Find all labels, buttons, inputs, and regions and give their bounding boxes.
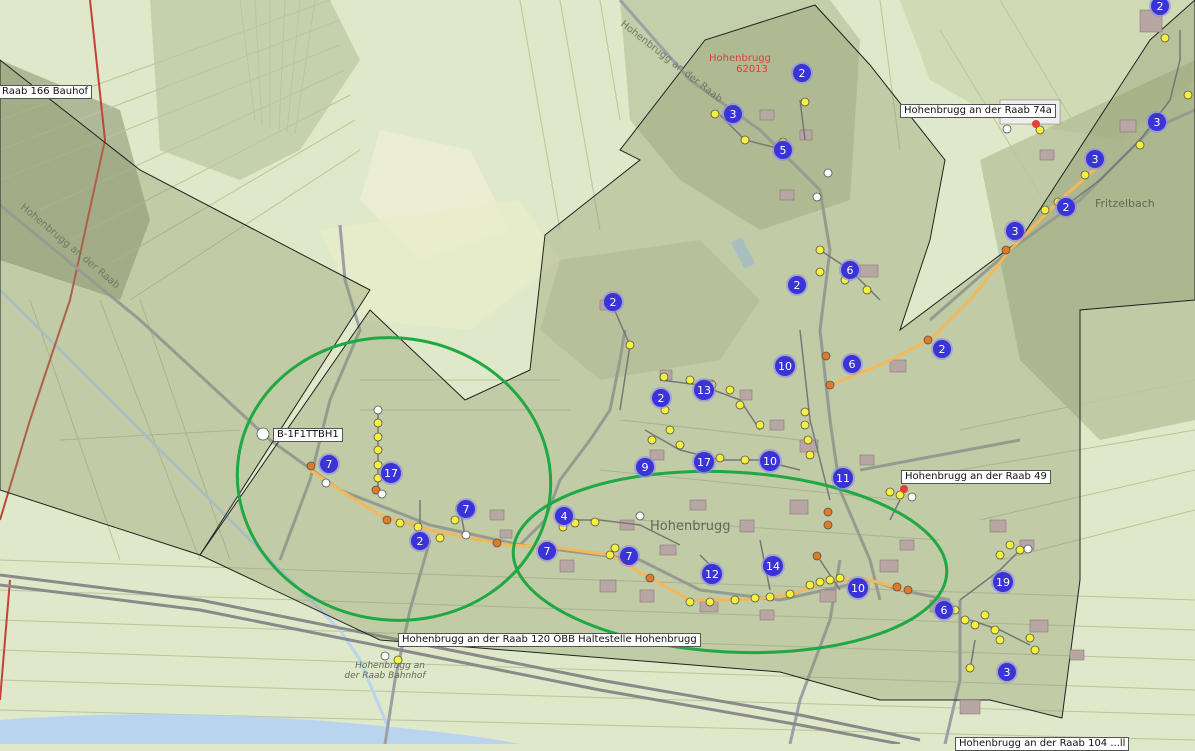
- cluster-badge[interactable]: 6: [839, 259, 861, 281]
- cluster-badge[interactable]: 13: [692, 378, 716, 402]
- cluster-badge[interactable]: 2: [931, 338, 953, 360]
- cluster-badge[interactable]: 10: [846, 576, 870, 600]
- cluster-badge[interactable]: 9: [634, 456, 656, 478]
- cluster-count: 3: [1154, 116, 1161, 129]
- pin-marker[interactable]: [1032, 120, 1040, 128]
- cluster-badge[interactable]: 12: [700, 562, 724, 586]
- cluster-count: 7: [463, 503, 470, 516]
- place-hohenbrugg: Hohenbrugg: [709, 53, 771, 64]
- cluster-count: 2: [610, 296, 617, 309]
- cluster-badge[interactable]: 2: [409, 530, 431, 552]
- label-raab-104[interactable]: Hohenbrugg an der Raab 104 ...ll: [955, 737, 1130, 751]
- cluster-count: 6: [941, 604, 948, 617]
- cluster-count: 6: [847, 264, 854, 277]
- cluster-badge[interactable]: 3: [722, 103, 744, 125]
- label-raab-49[interactable]: Hohenbrugg an der Raab 49: [901, 470, 1051, 484]
- cluster-badge[interactable]: 10: [758, 449, 782, 473]
- cluster-count: 2: [417, 535, 424, 548]
- cluster-count: 10: [778, 360, 792, 373]
- place-code: 62013: [736, 64, 768, 75]
- cluster-count: 7: [326, 458, 333, 471]
- cluster-count: 2: [799, 67, 806, 80]
- cluster-count: 10: [851, 582, 865, 595]
- cluster-badge[interactable]: 2: [786, 274, 808, 296]
- cluster-badge[interactable]: 17: [692, 450, 716, 474]
- cluster-badge[interactable]: 14: [761, 554, 785, 578]
- place-bahnhof-2: der Raab Bahnhof: [344, 671, 427, 681]
- cluster-count: 4: [561, 510, 568, 523]
- cluster-badge[interactable]: 6: [841, 353, 863, 375]
- cluster-count: 2: [1157, 0, 1164, 13]
- cluster-badge[interactable]: 10: [773, 354, 797, 378]
- cluster-badge[interactable]: 7: [318, 453, 340, 475]
- cluster-badge[interactable]: 5: [772, 139, 794, 161]
- cluster-count: 2: [794, 279, 801, 292]
- cluster-count: 12: [705, 568, 719, 581]
- cluster-count: 10: [763, 455, 777, 468]
- cluster-badge[interactable]: 7: [536, 540, 558, 562]
- label-raab-120-oebb[interactable]: Hohenbrugg an der Raab 120 ÖBB Haltestel…: [398, 633, 701, 647]
- cluster-badge[interactable]: 19: [991, 570, 1015, 594]
- cluster-count: 19: [996, 576, 1010, 589]
- cluster-badge[interactable]: 4: [553, 505, 575, 527]
- cluster-count: 17: [384, 467, 398, 480]
- cluster-count: 6: [849, 358, 856, 371]
- label-b-1f1ttbh1[interactable]: B-1F1TTBH1: [273, 428, 343, 442]
- cluster-count: 7: [544, 545, 551, 558]
- cluster-count: 3: [1012, 225, 1019, 238]
- cluster-count: 3: [1092, 153, 1099, 166]
- place-bahnhof-1: Hohenbrugg an: [355, 661, 425, 671]
- cluster-count: 2: [658, 392, 665, 405]
- cluster-badge[interactable]: 7: [618, 545, 640, 567]
- cluster-count: 3: [730, 108, 737, 121]
- cluster-count: 11: [836, 472, 850, 485]
- cluster-badge[interactable]: 3: [996, 661, 1018, 683]
- label-raab-74a[interactable]: Hohenbrugg an der Raab 74a: [900, 104, 1056, 118]
- pin-marker-49[interactable]: [900, 485, 908, 493]
- cluster-badge[interactable]: 2: [791, 62, 813, 84]
- cluster-count: 9: [642, 461, 649, 474]
- place-fritzelbach: Fritzelbach: [1095, 197, 1155, 210]
- label-raab-166-bauhof[interactable]: Raab 166 Bauhof: [0, 85, 93, 99]
- cluster-badge[interactable]: 2: [650, 387, 672, 409]
- cluster-count: 2: [939, 343, 946, 356]
- cluster-count: 5: [780, 144, 787, 157]
- cluster-badge[interactable]: 3: [1004, 220, 1026, 242]
- network-map[interactable]: Hohenbrugg 62013 Hohenbrugg Hohenbrugg a…: [0, 0, 1195, 751]
- place-hohenbrugg-village: Hohenbrugg: [650, 519, 731, 534]
- cluster-badge[interactable]: 7: [455, 498, 477, 520]
- cluster-badge[interactable]: 2: [1055, 196, 1077, 218]
- cluster-count: 2: [1063, 201, 1070, 214]
- cluster-badge[interactable]: 17: [379, 461, 403, 485]
- cluster-badge[interactable]: 3: [1146, 111, 1168, 133]
- cluster-count: 14: [766, 560, 780, 573]
- cluster-count: 7: [626, 550, 633, 563]
- cluster-count: 3: [1004, 666, 1011, 679]
- cluster-badge[interactable]: 3: [1084, 148, 1106, 170]
- cluster-badge[interactable]: 2: [602, 291, 624, 313]
- cluster-count: 17: [697, 456, 711, 469]
- cluster-badge[interactable]: 11: [831, 466, 855, 490]
- cluster-badge[interactable]: 6: [933, 599, 955, 621]
- cluster-count: 13: [697, 384, 711, 397]
